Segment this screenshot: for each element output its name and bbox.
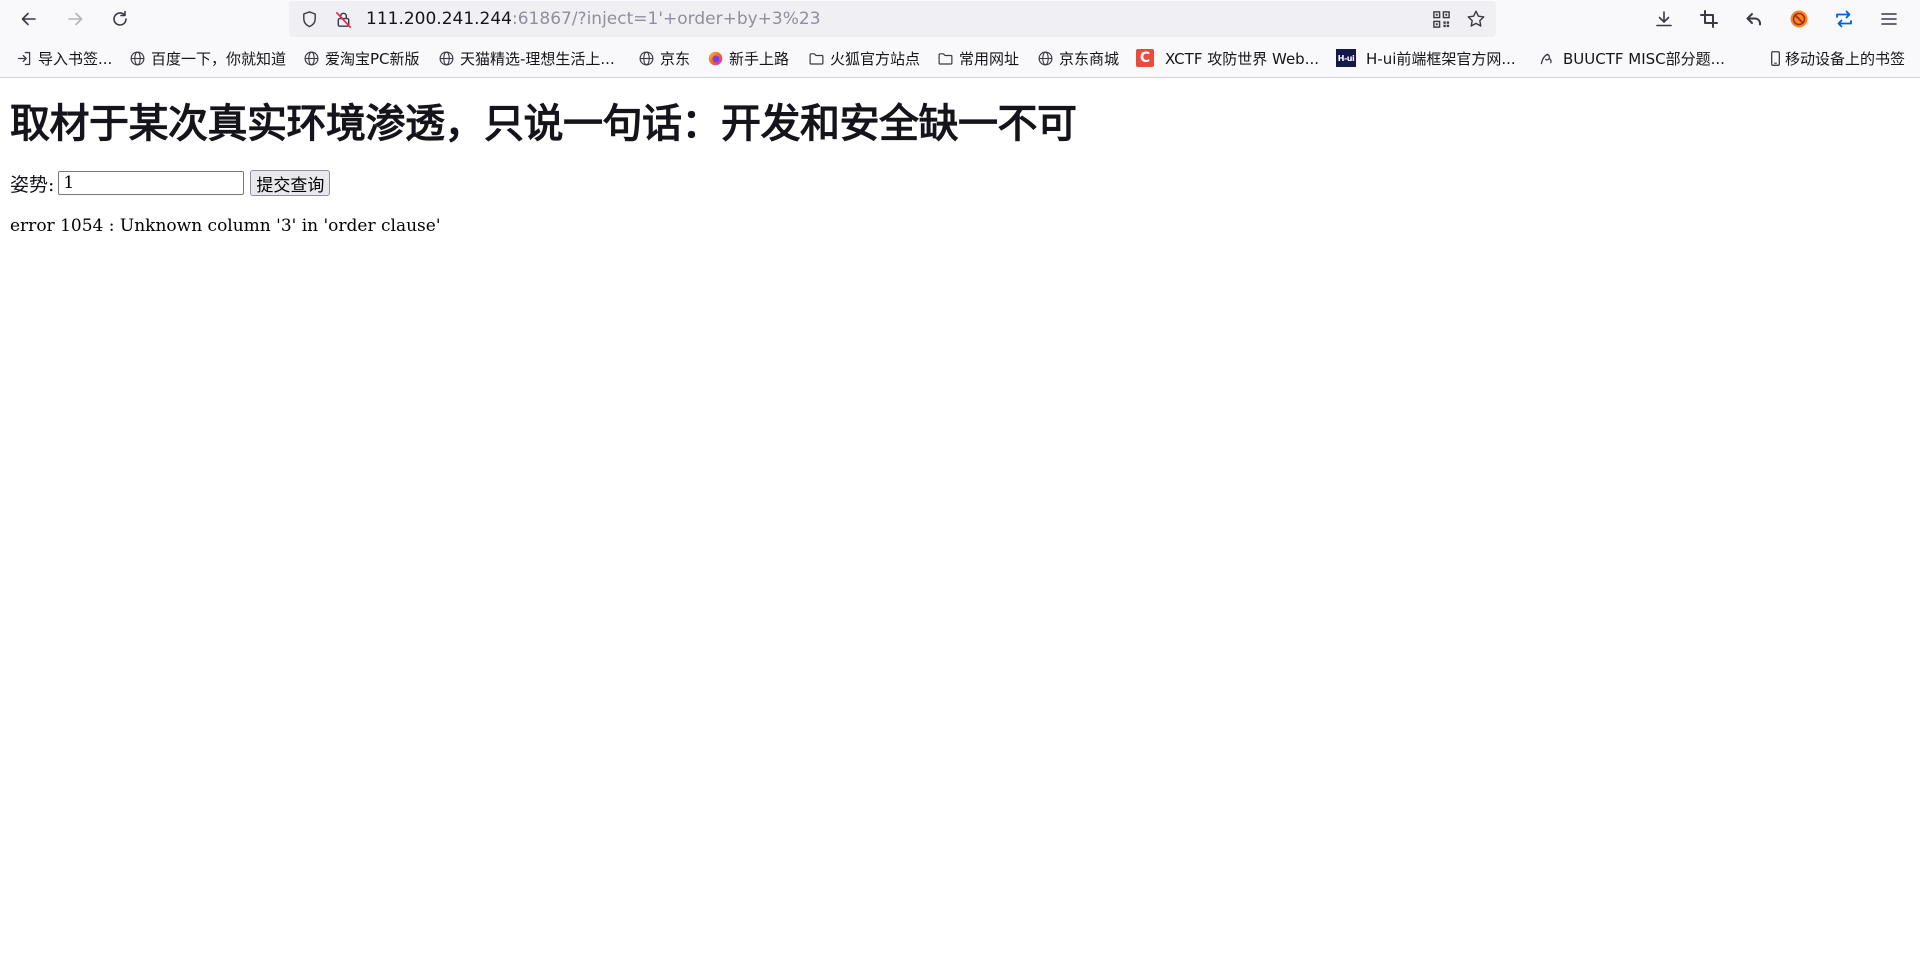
query-form: 姿势: 提交查询	[10, 168, 331, 198]
arrow-left-icon	[21, 12, 36, 26]
hui-icon: H-ui	[1336, 49, 1356, 67]
globe-icon	[128, 49, 146, 67]
url-bar[interactable]: 111.200.241.244:61867/?inject=1'+order+b…	[289, 1, 1496, 37]
mobile-icon	[1766, 49, 1784, 67]
folder-icon	[807, 49, 825, 67]
xctf-icon: C	[1136, 49, 1154, 67]
bookmark-label: 爱淘宝PC新版	[325, 49, 420, 68]
bookmark-label: XCTF 攻防世界 Web...	[1165, 49, 1319, 68]
back-button[interactable]	[15, 5, 43, 33]
bookmark-item[interactable]: C XCTF 攻防世界 Web...	[1136, 38, 1319, 78]
url-text[interactable]: 111.200.241.244:61867/?inject=1'+order+b…	[366, 1, 821, 37]
globe-icon	[637, 49, 655, 67]
url-path: :61867/?inject=1'+order+by+3%23	[512, 9, 821, 29]
bookmarks-toolbar: 导入书签... 百度一下，你就知道 爱淘宝PC新版 天猫精选-理想生活上... …	[0, 38, 1920, 78]
menu-button[interactable]	[1875, 5, 1903, 33]
forward-button[interactable]	[61, 5, 89, 33]
folder-icon	[936, 49, 954, 67]
sync-arrows-icon	[1836, 10, 1852, 28]
bookmark-item[interactable]: 爱淘宝PC新版	[302, 38, 420, 78]
buuctf-icon	[1537, 49, 1555, 67]
extension-badge-icon	[1790, 10, 1808, 28]
qr-code-icon[interactable]	[1431, 9, 1451, 29]
sql-error-message: error 1054 : Unknown column '3' in 'orde…	[10, 216, 441, 236]
undo-arrow-icon	[1746, 13, 1761, 26]
bookmark-label: 火狐官方站点	[830, 49, 921, 68]
globe-icon	[1036, 49, 1054, 67]
url-host: 111.200.241.244	[366, 9, 513, 29]
insecure-lock-icon[interactable]	[333, 9, 353, 29]
globe-icon	[302, 49, 320, 67]
hamburger-menu-icon	[1881, 13, 1897, 25]
sync-button[interactable]	[1830, 5, 1858, 33]
bookmark-item[interactable]: 天猫精选-理想生活上...	[437, 38, 615, 78]
bookmark-label: 移动设备上的书签	[1785, 49, 1906, 68]
bookmark-label: 百度一下，你就知道	[151, 49, 287, 68]
bookmark-label: BUUCTF MISC部分题...	[1563, 49, 1725, 68]
reload-icon	[113, 10, 127, 26]
bookmark-item[interactable]: 新手上路	[706, 38, 789, 78]
globe-icon	[437, 49, 455, 67]
download-icon	[1656, 11, 1672, 27]
downloads-button[interactable]	[1650, 5, 1678, 33]
undo-button[interactable]	[1740, 5, 1768, 33]
posture-label: 姿势:	[10, 173, 55, 196]
crop-icon	[1700, 10, 1718, 28]
bookmark-item[interactable]: 京东	[637, 38, 690, 78]
bookmark-label: 京东商城	[1059, 49, 1120, 68]
bookmark-item[interactable]: H-ui H-ui前端框架官方网...	[1336, 38, 1516, 78]
import-icon	[15, 49, 33, 67]
bookmark-item[interactable]: 百度一下，你就知道	[128, 38, 286, 78]
mobile-bookmarks-folder[interactable]: 移动设备上的书签	[1766, 38, 1905, 78]
inject-input[interactable]	[58, 171, 245, 195]
bookmark-label: 新手上路	[729, 49, 790, 68]
bookmark-item[interactable]: 常用网址	[936, 38, 1019, 78]
browser-toolbar: 111.200.241.244:61867/?inject=1'+order+b…	[0, 0, 1920, 38]
screenshot-button[interactable]	[1695, 5, 1723, 33]
bookmark-item[interactable]: 火狐官方站点	[807, 38, 920, 78]
bookmark-label: H-ui前端框架官方网...	[1366, 49, 1516, 68]
reload-button[interactable]	[106, 5, 134, 33]
extension-button[interactable]	[1785, 5, 1813, 33]
tracking-shield-icon[interactable]	[299, 9, 319, 29]
bookmark-label: 天猫精选-理想生活上...	[460, 49, 615, 68]
submit-query-button[interactable]: 提交查询	[250, 170, 331, 196]
bookmark-label: 导入书签...	[38, 49, 113, 68]
bookmark-label: 京东	[660, 49, 691, 68]
bookmark-item[interactable]: 导入书签...	[15, 38, 112, 78]
bookmark-item[interactable]: 京东商城	[1036, 38, 1119, 78]
bookmark-item[interactable]: BUUCTF MISC部分题...	[1537, 38, 1725, 78]
arrow-right-icon	[68, 12, 83, 26]
bookmark-label: 常用网址	[959, 49, 1020, 68]
bookmark-star-icon[interactable]	[1466, 9, 1486, 29]
page-heading: 取材于某次真实环境渗透，只说一句话：开发和安全缺一不可	[10, 101, 1077, 147]
firefox-icon	[706, 49, 724, 67]
